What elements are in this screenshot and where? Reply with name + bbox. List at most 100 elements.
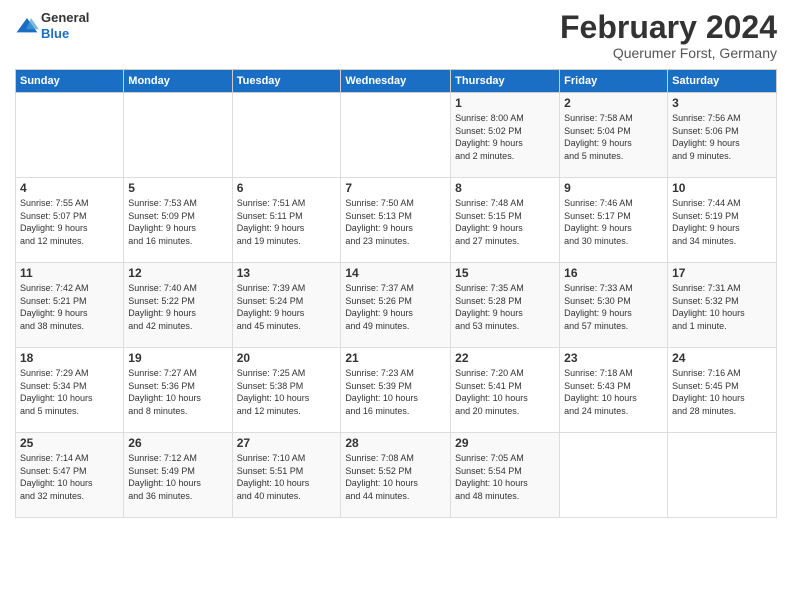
calendar-cell (560, 433, 668, 518)
day-info: Sunrise: 7:44 AM Sunset: 5:19 PM Dayligh… (672, 197, 772, 247)
day-info: Sunrise: 7:53 AM Sunset: 5:09 PM Dayligh… (128, 197, 227, 247)
day-number: 29 (455, 436, 555, 450)
main-title: February 2024 (560, 10, 777, 45)
calendar-cell: 3Sunrise: 7:56 AM Sunset: 5:06 PM Daylig… (668, 93, 777, 178)
calendar-cell: 21Sunrise: 7:23 AM Sunset: 5:39 PM Dayli… (341, 348, 451, 433)
day-header-monday: Monday (124, 70, 232, 93)
calendar-table: SundayMondayTuesdayWednesdayThursdayFrid… (15, 69, 777, 518)
day-header-thursday: Thursday (451, 70, 560, 93)
day-header-wednesday: Wednesday (341, 70, 451, 93)
calendar-cell: 7 Sunrise: 7:50 AM Sunset: 5:13 PM Daylig… (341, 178, 451, 263)
day-number: 11 (20, 266, 119, 280)
day-number: 27 (237, 436, 337, 450)
day-number: 15 (455, 266, 555, 280)
calendar-cell: 8 Sunrise: 7:48 AM Sunset: 5:15 PM Daylig… (451, 178, 560, 263)
day-number: 23 (564, 351, 663, 365)
day-number: 16 (564, 266, 663, 280)
day-number: 17 (672, 266, 772, 280)
day-number: 2 (564, 96, 663, 110)
day-info: Sunrise: 7:37 AM Sunset: 5:26 PM Dayligh… (345, 282, 446, 332)
calendar-cell: 26 Sunrise: 7:12 AM Sunset: 5:49 PM Dayli… (124, 433, 232, 518)
calendar-cell: 5 Sunrise: 7:53 AM Sunset: 5:09 PM Daylig… (124, 178, 232, 263)
day-info: Sunrise: 7:58 AM Sunset: 5:04 PM Dayligh… (564, 112, 663, 162)
calendar-cell: 14 Sunrise: 7:37 AM Sunset: 5:26 PM Dayli… (341, 263, 451, 348)
day-number: 28 (345, 436, 446, 450)
calendar-cell (124, 93, 232, 178)
calendar-cell (668, 433, 777, 518)
week-row-3: 18Sunrise: 7:29 AM Sunset: 5:34 PM Dayli… (16, 348, 777, 433)
day-number: 1 (455, 96, 555, 110)
week-row-1: 4 Sunrise: 7:55 AM Sunset: 5:07 PM Daylig… (16, 178, 777, 263)
calendar-cell: 17 Sunrise: 7:31 AM Sunset: 5:32 PM Dayli… (668, 263, 777, 348)
day-info: Sunrise: 7:27 AM Sunset: 5:36 PM Dayligh… (128, 367, 227, 417)
day-number: 7 (345, 181, 446, 195)
day-info: Sunrise: 7:25 AM Sunset: 5:38 PM Dayligh… (237, 367, 337, 417)
calendar-cell: 24Sunrise: 7:16 AM Sunset: 5:45 PM Dayli… (668, 348, 777, 433)
calendar-cell: 29 Sunrise: 7:05 AM Sunset: 5:54 PM Dayli… (451, 433, 560, 518)
day-header-sunday: Sunday (16, 70, 124, 93)
calendar-body: 1 Sunrise: 8:00 AM Sunset: 5:02 PM Daylig… (16, 93, 777, 518)
calendar-cell: 12 Sunrise: 7:40 AM Sunset: 5:22 PM Dayli… (124, 263, 232, 348)
header: General Blue February 2024 Querumer Fors… (15, 10, 777, 61)
day-number: 12 (128, 266, 227, 280)
day-info: Sunrise: 7:31 AM Sunset: 5:32 PM Dayligh… (672, 282, 772, 332)
calendar-header: SundayMondayTuesdayWednesdayThursdayFrid… (16, 70, 777, 93)
day-info: Sunrise: 7:05 AM Sunset: 5:54 PM Dayligh… (455, 452, 555, 502)
calendar-cell: 23Sunrise: 7:18 AM Sunset: 5:43 PM Dayli… (560, 348, 668, 433)
day-number: 19 (128, 351, 227, 365)
day-number: 22 (455, 351, 555, 365)
day-info: Sunrise: 7:16 AM Sunset: 5:45 PM Dayligh… (672, 367, 772, 417)
calendar-cell: 11 Sunrise: 7:42 AM Sunset: 5:21 PM Dayli… (16, 263, 124, 348)
day-number: 9 (564, 181, 663, 195)
calendar-cell: 27 Sunrise: 7:10 AM Sunset: 5:51 PM Dayli… (232, 433, 341, 518)
day-info: Sunrise: 7:35 AM Sunset: 5:28 PM Dayligh… (455, 282, 555, 332)
day-info: Sunrise: 7:40 AM Sunset: 5:22 PM Dayligh… (128, 282, 227, 332)
day-info: Sunrise: 7:12 AM Sunset: 5:49 PM Dayligh… (128, 452, 227, 502)
day-number: 13 (237, 266, 337, 280)
day-info: Sunrise: 7:42 AM Sunset: 5:21 PM Dayligh… (20, 282, 119, 332)
calendar-cell (341, 93, 451, 178)
logo-text: General Blue (41, 10, 89, 41)
day-info: Sunrise: 7:46 AM Sunset: 5:17 PM Dayligh… (564, 197, 663, 247)
day-info: Sunrise: 7:55 AM Sunset: 5:07 PM Dayligh… (20, 197, 119, 247)
calendar-cell: 25 Sunrise: 7:14 AM Sunset: 5:47 PM Dayli… (16, 433, 124, 518)
day-info: Sunrise: 7:23 AM Sunset: 5:39 PM Dayligh… (345, 367, 446, 417)
day-number: 25 (20, 436, 119, 450)
day-header-tuesday: Tuesday (232, 70, 341, 93)
day-info: Sunrise: 7:20 AM Sunset: 5:41 PM Dayligh… (455, 367, 555, 417)
calendar-cell: 9 Sunrise: 7:46 AM Sunset: 5:17 PM Daylig… (560, 178, 668, 263)
day-header-saturday: Saturday (668, 70, 777, 93)
page: General Blue February 2024 Querumer Fors… (0, 0, 792, 612)
title-block: February 2024 Querumer Forst, Germany (560, 10, 777, 61)
day-number: 5 (128, 181, 227, 195)
calendar-cell: 28 Sunrise: 7:08 AM Sunset: 5:52 PM Dayli… (341, 433, 451, 518)
calendar-cell: 15 Sunrise: 7:35 AM Sunset: 5:28 PM Dayli… (451, 263, 560, 348)
calendar-cell: 19 Sunrise: 7:27 AM Sunset: 5:36 PM Dayli… (124, 348, 232, 433)
day-number: 4 (20, 181, 119, 195)
week-row-0: 1 Sunrise: 8:00 AM Sunset: 5:02 PM Daylig… (16, 93, 777, 178)
calendar-cell: 2 Sunrise: 7:58 AM Sunset: 5:04 PM Daylig… (560, 93, 668, 178)
day-number: 14 (345, 266, 446, 280)
week-row-2: 11 Sunrise: 7:42 AM Sunset: 5:21 PM Dayli… (16, 263, 777, 348)
calendar-cell (16, 93, 124, 178)
calendar-cell: 10 Sunrise: 7:44 AM Sunset: 5:19 PM Dayli… (668, 178, 777, 263)
day-number: 8 (455, 181, 555, 195)
day-info: Sunrise: 7:48 AM Sunset: 5:15 PM Dayligh… (455, 197, 555, 247)
day-number: 26 (128, 436, 227, 450)
calendar-cell: 22 Sunrise: 7:20 AM Sunset: 5:41 PM Dayli… (451, 348, 560, 433)
day-info: Sunrise: 7:33 AM Sunset: 5:30 PM Dayligh… (564, 282, 663, 332)
day-info: Sunrise: 7:08 AM Sunset: 5:52 PM Dayligh… (345, 452, 446, 502)
day-info: Sunrise: 7:56 AM Sunset: 5:06 PM Dayligh… (672, 112, 772, 162)
day-info: Sunrise: 7:10 AM Sunset: 5:51 PM Dayligh… (237, 452, 337, 502)
day-info: Sunrise: 7:51 AM Sunset: 5:11 PM Dayligh… (237, 197, 337, 247)
calendar-cell: 13Sunrise: 7:39 AM Sunset: 5:24 PM Dayli… (232, 263, 341, 348)
header-row: SundayMondayTuesdayWednesdayThursdayFrid… (16, 70, 777, 93)
day-number: 20 (237, 351, 337, 365)
day-info: Sunrise: 7:50 AM Sunset: 5:13 PM Dayligh… (345, 197, 446, 247)
day-info: Sunrise: 8:00 AM Sunset: 5:02 PM Dayligh… (455, 112, 555, 162)
day-info: Sunrise: 7:14 AM Sunset: 5:47 PM Dayligh… (20, 452, 119, 502)
calendar-cell: 16 Sunrise: 7:33 AM Sunset: 5:30 PM Dayli… (560, 263, 668, 348)
day-number: 10 (672, 181, 772, 195)
logo: General Blue (15, 10, 89, 41)
day-header-friday: Friday (560, 70, 668, 93)
